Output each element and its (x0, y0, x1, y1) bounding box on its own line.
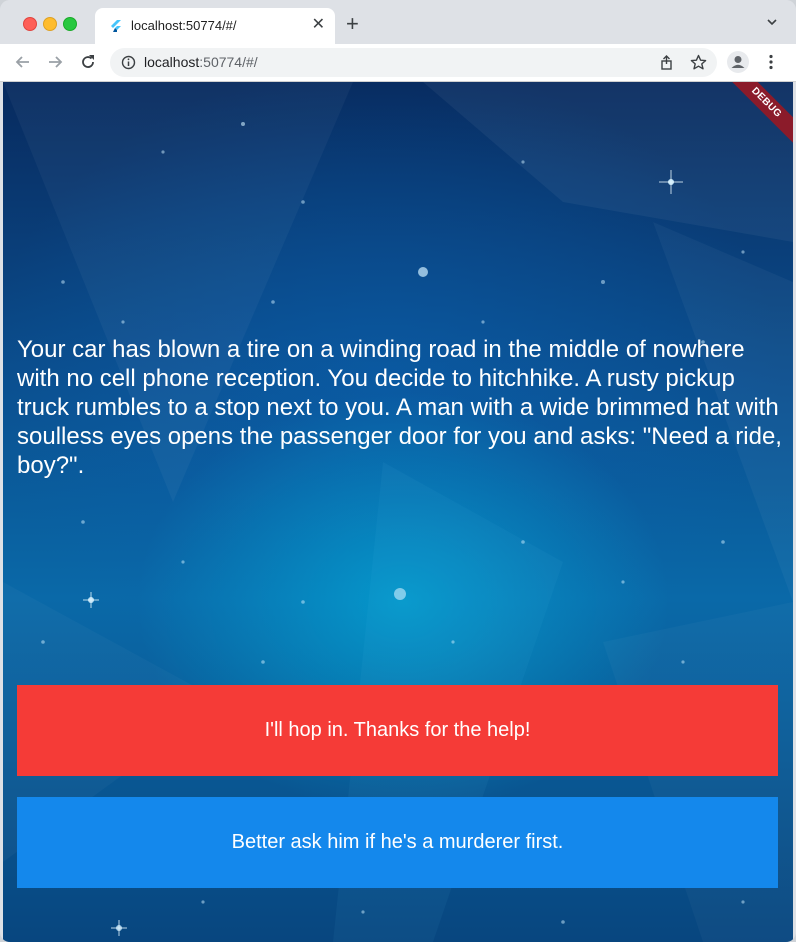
tab-strip: localhost:50774/#/ ✕ + (0, 0, 796, 44)
minimize-window-button[interactable] (43, 17, 57, 31)
address-bar[interactable]: localhost:50774/#/ (110, 48, 717, 77)
browser-toolbar: localhost:50774/#/ (0, 44, 796, 82)
back-arrow-icon[interactable] (14, 53, 32, 71)
share-icon[interactable] (658, 54, 675, 71)
maximize-window-button[interactable] (63, 17, 77, 31)
forward-arrow-icon[interactable] (46, 53, 64, 71)
new-tab-button[interactable]: + (346, 13, 359, 35)
app-canvas: DEBUG Your car has blown a tire on a win… (3, 82, 793, 942)
url-path: :50774/#/ (199, 54, 258, 70)
reload-icon[interactable] (79, 53, 97, 71)
browser-window: localhost:50774/#/ ✕ + localhost:50774/#… (0, 0, 796, 942)
info-icon[interactable] (121, 55, 136, 70)
profile-icon (731, 56, 745, 68)
choice-2-button[interactable]: Better ask him if he's a murderer first. (17, 797, 778, 888)
flutter-favicon-icon (111, 20, 121, 32)
star-icon[interactable] (690, 54, 707, 71)
close-window-button[interactable] (23, 17, 37, 31)
profile-avatar[interactable] (727, 51, 749, 73)
close-icon[interactable]: ✕ (312, 16, 325, 34)
story-text: Your car has blown a tire on a winding r… (17, 336, 782, 479)
choice-1-button[interactable]: I'll hop in. Thanks for the help! (17, 685, 778, 776)
chevron-down-icon[interactable] (766, 16, 778, 28)
browser-tab[interactable]: localhost:50774/#/ ✕ (95, 8, 335, 44)
tab-title: localhost:50774/#/ (131, 18, 237, 33)
url-host: localhost (144, 54, 200, 70)
kebab-menu-icon[interactable] (766, 54, 776, 70)
url-text[interactable]: localhost:50774/#/ (144, 54, 258, 70)
